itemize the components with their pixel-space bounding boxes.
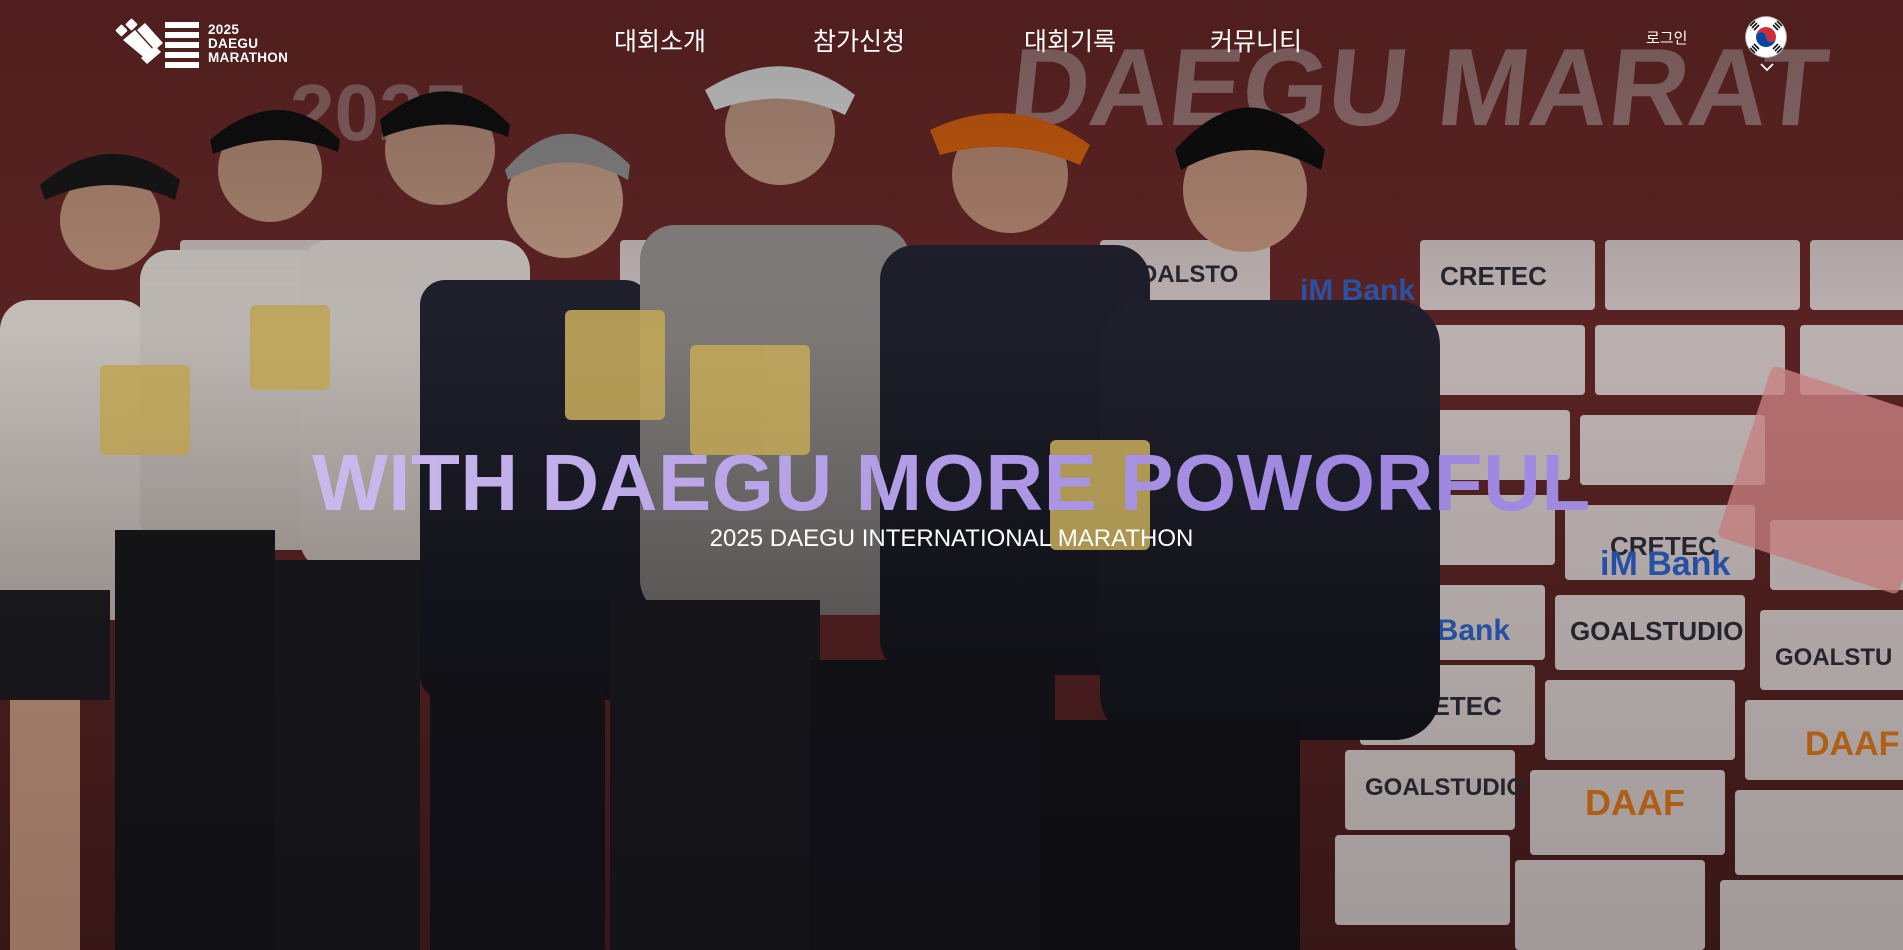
hero-subline: 2025 DAEGU INTERNATIONAL MARATHON (709, 525, 1194, 552)
logo-city: DAEGU (208, 36, 259, 51)
nav-item-about[interactable]: 대회소개 (614, 22, 706, 62)
logo-year: 2025 (208, 22, 240, 37)
marathon-logo-icon (115, 18, 199, 68)
hero-section: DAEGU MARAT 2025 (0, 0, 1903, 950)
site-logo[interactable]: 2025 DAEGU MARATHON (115, 18, 320, 70)
logo-text: 2025 DAEGU MARATHON (208, 23, 288, 65)
korea-flag-icon (1746, 17, 1786, 57)
nav-item-records[interactable]: 대회기록 (1024, 22, 1116, 62)
logo-event: MARATHON (208, 50, 289, 65)
language-selector[interactable] (1746, 17, 1790, 77)
nav-item-community[interactable]: 커뮤니티 (1210, 22, 1302, 62)
nav-item-registration[interactable]: 참가신청 (813, 22, 905, 62)
hero-headline: WITH DAEGU MORE POWORFUL (0, 437, 1903, 529)
site-header: 2025 DAEGU MARATHON 대회소개 참가신청 대회기록 커뮤니티 … (0, 0, 1903, 84)
chevron-down-icon (1760, 63, 1774, 72)
login-link[interactable]: 로그인 (1646, 26, 1687, 50)
